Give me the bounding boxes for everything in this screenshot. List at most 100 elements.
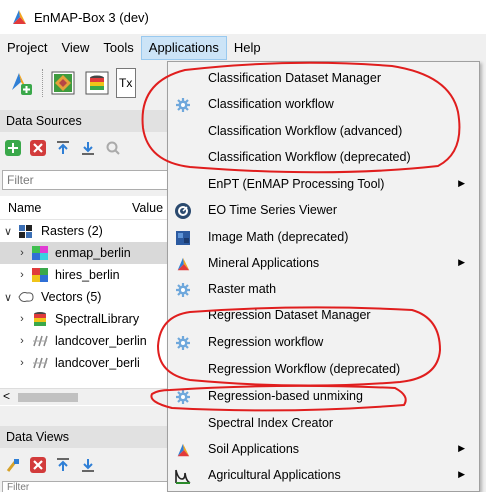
plus-icon (5, 140, 21, 156)
brush-icon (6, 459, 19, 472)
add-view-button[interactable] (4, 456, 22, 474)
menu-item-enpt[interactable]: EnPT (EnMAP Processing Tool) ▶ (168, 172, 479, 198)
column-value[interactable]: Value (120, 201, 163, 215)
menu-item-regression-based-unmixing[interactable]: Regression-based unmixing (168, 384, 479, 410)
vectors-group[interactable]: ∨ Vectors (5) (0, 286, 170, 308)
scrollbar-thumb[interactable] (18, 393, 78, 402)
expand-all-button[interactable] (79, 139, 97, 157)
gear-icon (174, 281, 192, 299)
polygon-layer-icon (33, 357, 48, 369)
menu-item-label: Regression Workflow (deprecated) (208, 362, 401, 376)
vector-label: landcover_berlin (55, 334, 147, 348)
eo-time-series-icon (174, 202, 192, 220)
menu-item-label: EO Time Series Viewer (208, 203, 337, 217)
remove-source-button[interactable] (29, 139, 47, 157)
menu-item-classification-workflow-advanced[interactable]: Classification Workflow (advanced) (168, 119, 479, 145)
collapse-all-button[interactable] (54, 456, 72, 474)
menu-project[interactable]: Project (0, 36, 54, 60)
raster-icon (32, 246, 48, 260)
enmap-logo-icon (13, 10, 26, 24)
expand-icon (82, 459, 94, 472)
menu-item-regression-workflow-deprecated[interactable]: Regression Workflow (deprecated) (168, 357, 479, 383)
chevron-right-icon[interactable]: › (16, 357, 28, 369)
submenu-arrow-icon: ▶ (458, 257, 465, 267)
open-spectral-library-button[interactable] (82, 68, 112, 98)
expand-icon (82, 142, 94, 155)
menu-item-label: Soil Applications (208, 442, 300, 456)
column-name[interactable]: Name (0, 201, 120, 215)
tree-horizontal-scrollbar[interactable]: < (0, 388, 170, 405)
menu-item-mineral-applications[interactable]: Mineral Applications ▶ (168, 251, 479, 277)
menu-item-regression-workflow[interactable]: Regression workflow (168, 330, 479, 356)
chevron-down-icon[interactable]: ∨ (2, 291, 14, 304)
toolbar-separator (42, 69, 43, 97)
vector-item-landcover-1[interactable]: › landcover_berlin (0, 330, 170, 352)
enmap-logo-icon (174, 441, 192, 459)
data-sources-filter[interactable]: Filter (2, 170, 170, 190)
menu-item-label: Spectral Index Creator (208, 416, 334, 430)
chevron-right-icon[interactable]: › (16, 335, 28, 347)
data-sources-toolbar (0, 135, 170, 161)
raster-item-enmap[interactable]: › enmap_berlin (0, 242, 170, 264)
scroll-left-icon[interactable]: < (3, 389, 10, 403)
vector-label: landcover_berli (55, 356, 140, 370)
search-icon (106, 141, 120, 155)
add-data-source-button[interactable] (6, 68, 36, 98)
chevron-right-icon[interactable]: › (16, 313, 28, 325)
collapse-all-button[interactable] (54, 139, 72, 157)
chevron-right-icon[interactable]: › (16, 247, 28, 259)
add-source-button[interactable] (4, 139, 22, 157)
data-views-filter[interactable]: Filter (2, 481, 170, 492)
menu-item-label: Regression Dataset Manager (208, 308, 371, 322)
applications-menu: Classification Dataset Manager Classific… (167, 61, 480, 492)
expand-all-button[interactable] (79, 456, 97, 474)
menu-item-eo-time-series-viewer[interactable]: EO Time Series Viewer (168, 198, 479, 224)
toolbar-partial-button[interactable]: Tx (116, 68, 136, 98)
main-toolbar: Tx (0, 62, 170, 104)
vector-item-spectral-library[interactable]: › SpectralLibrary (0, 308, 170, 330)
menu-item-classification-workflow[interactable]: Classification workflow (168, 92, 479, 118)
menu-item-label: Agricultural Applications (208, 468, 341, 482)
vectors-group-label: Vectors (5) (41, 290, 102, 304)
menu-help[interactable]: Help (227, 36, 268, 60)
remove-icon (30, 140, 46, 156)
open-map-view-button[interactable] (48, 68, 78, 98)
chevron-right-icon[interactable]: › (16, 269, 28, 281)
add-data-source-icon (12, 73, 32, 95)
remove-view-button[interactable] (29, 456, 47, 474)
menu-item-label: Classification Workflow (deprecated) (208, 150, 411, 164)
window-title: EnMAP-Box 3 (dev) (34, 9, 149, 25)
menu-item-label: Regression-based unmixing (208, 389, 363, 403)
search-button[interactable] (104, 139, 122, 157)
menu-item-label: Classification workflow (208, 97, 334, 111)
raster-item-hires[interactable]: › hires_berlin (0, 264, 170, 286)
chevron-down-icon[interactable]: ∨ (2, 225, 14, 238)
menu-item-soil-applications[interactable]: Soil Applications ▶ (168, 437, 479, 463)
data-views-toolbar (0, 452, 170, 478)
menu-tools[interactable]: Tools (96, 36, 140, 60)
menu-item-label: Mineral Applications (208, 256, 320, 270)
gear-icon (174, 388, 192, 406)
menu-view[interactable]: View (54, 36, 96, 60)
menu-item-raster-math[interactable]: Raster math (168, 277, 479, 303)
menu-item-spectral-index-creator[interactable]: Spectral Index Creator (168, 411, 479, 437)
agri-icon (174, 467, 192, 485)
rasters-group[interactable]: ∨ Rasters (2) (0, 220, 170, 242)
raster-label: hires_berlin (55, 268, 120, 282)
menu-item-agricultural-applications[interactable]: Agricultural Applications ▶ (168, 463, 479, 489)
menu-applications[interactable]: Applications (140, 36, 227, 60)
raster-icon (32, 268, 48, 282)
submenu-arrow-icon: ▶ (458, 178, 465, 188)
menu-item-classification-dataset-manager[interactable]: Classification Dataset Manager (168, 66, 479, 92)
menu-item-classification-workflow-deprecated[interactable]: Classification Workflow (deprecated) (168, 145, 479, 171)
polygon-layer-icon (33, 335, 48, 347)
rasters-group-label: Rasters (2) (41, 224, 103, 238)
remove-icon (30, 457, 46, 473)
vector-item-landcover-2[interactable]: › landcover_berli (0, 352, 170, 374)
raster-label: enmap_berlin (55, 246, 131, 260)
data-views-header: Data Views (0, 426, 170, 448)
menu-item-regression-dataset-manager[interactable]: Regression Dataset Manager (168, 303, 479, 329)
menu-bar: Project View Tools Applications Help (0, 36, 486, 60)
menu-item-image-math[interactable]: Image Math (deprecated) (168, 225, 479, 251)
enmap-box-window: EnMAP-Box 3 (dev) Project View Tools App… (0, 0, 486, 492)
